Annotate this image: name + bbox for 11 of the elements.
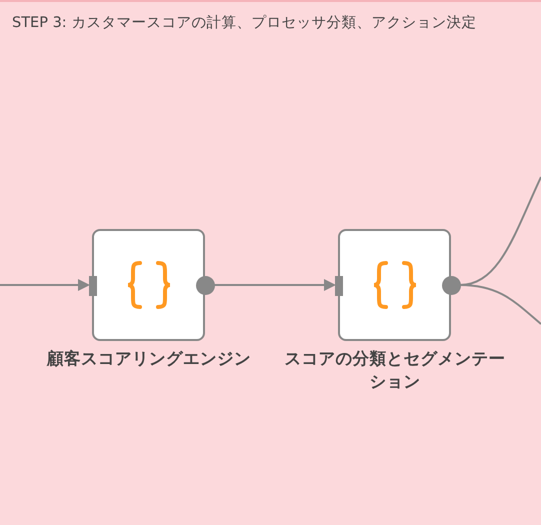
braces-icon	[126, 260, 172, 310]
note-title: STEP 3: カスタマースコアの計算、プロセッサ分類、アクション決定	[12, 14, 476, 33]
output-port[interactable]	[442, 276, 461, 295]
braces-icon	[372, 260, 418, 310]
output-port[interactable]	[196, 276, 215, 295]
node-label: 顧客スコアリングエンジン	[46, 348, 252, 370]
code-node[interactable]	[338, 229, 451, 341]
code-node[interactable]	[92, 229, 205, 341]
input-port[interactable]	[335, 276, 343, 296]
input-port[interactable]	[89, 276, 97, 296]
node-label: スコアの分類とセグメンテーション	[284, 348, 506, 394]
